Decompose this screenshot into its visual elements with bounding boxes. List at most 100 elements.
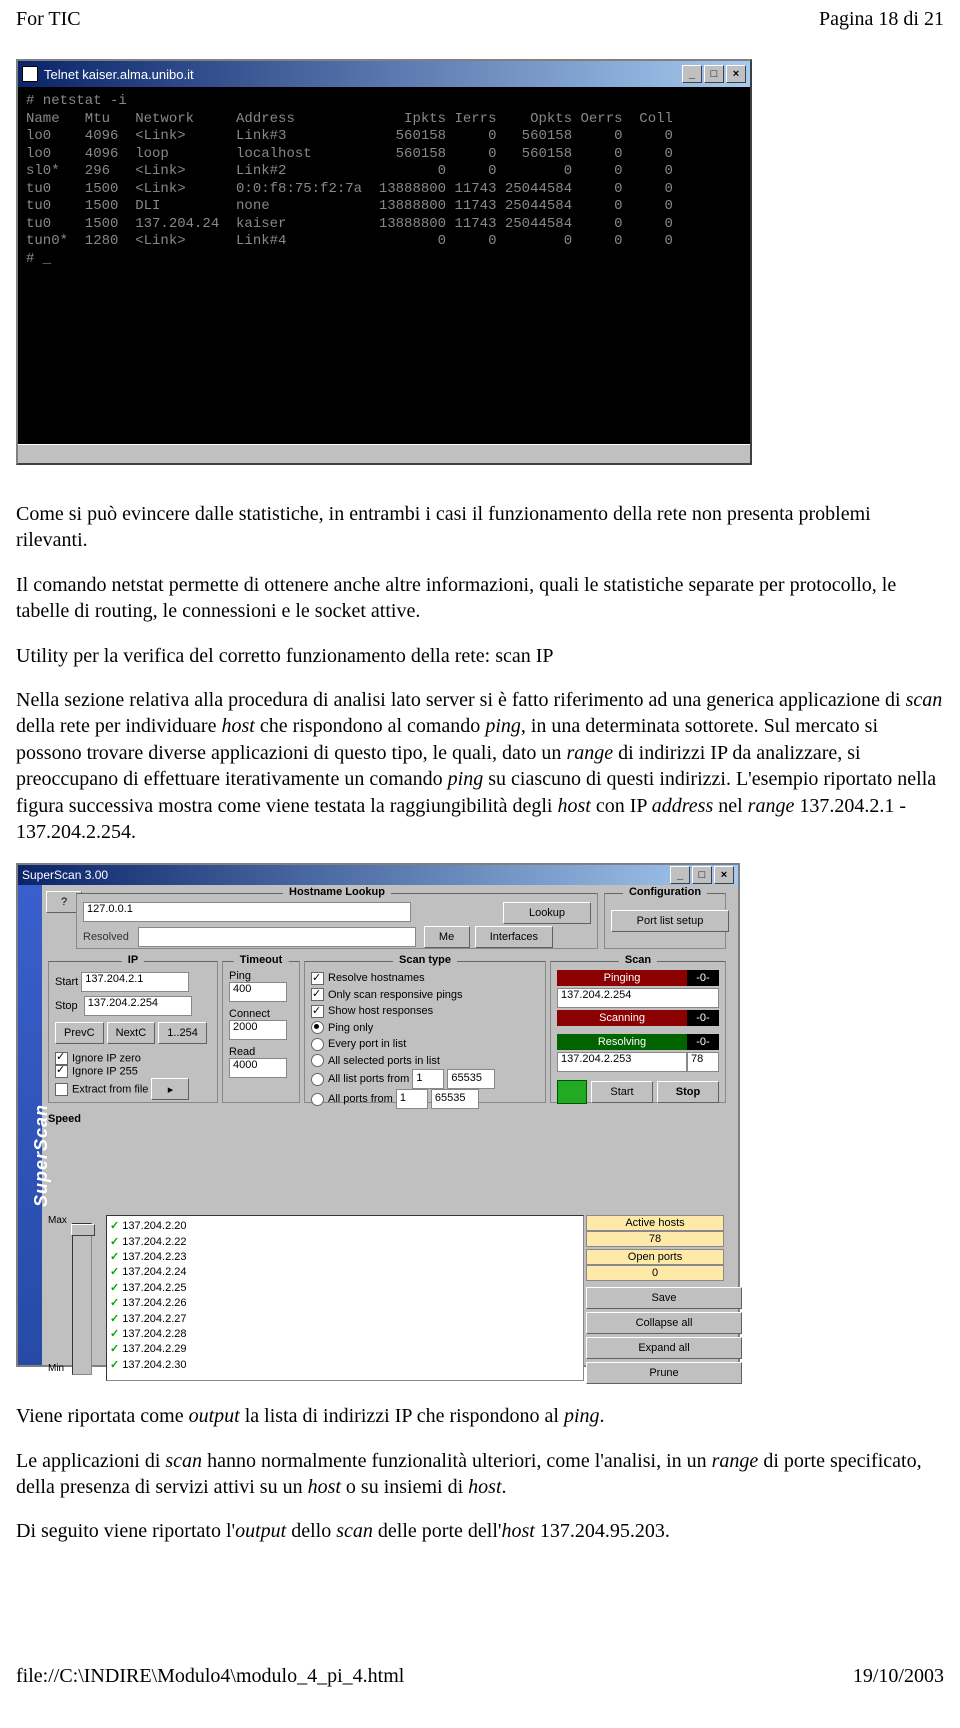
connect-timeout-label: Connect — [229, 1008, 293, 1020]
active-hosts-value: 78 — [586, 1231, 724, 1247]
pinging-ip: 137.204.2.254 — [557, 988, 719, 1008]
ignore-zero-label: Ignore IP zero — [72, 1053, 141, 1065]
list-item[interactable]: 137.204.2.20 — [110, 1219, 580, 1234]
connect-timeout-input[interactable]: 2000 — [229, 1020, 287, 1040]
browse-button[interactable]: ▸ — [151, 1078, 189, 1100]
footer-date: 19/10/2003 — [853, 1665, 944, 1688]
nextc-button[interactable]: NextC — [107, 1022, 156, 1044]
list-item[interactable]: 137.204.2.27 — [110, 1312, 580, 1327]
expand-all-button[interactable]: Expand all — [586, 1337, 742, 1359]
ip-group-label: IP — [122, 954, 144, 966]
extract-file-label: Extract from file — [72, 1084, 148, 1096]
superscan-title: SuperScan 3.00 — [22, 868, 108, 882]
prevc-button[interactable]: PrevC — [55, 1022, 104, 1044]
read-timeout-input[interactable]: 4000 — [229, 1058, 287, 1078]
superscan-rail: SuperScan — [18, 885, 42, 1365]
list-item[interactable]: 137.204.2.22 — [110, 1235, 580, 1250]
hostname-lookup-label: Hostname Lookup — [283, 886, 391, 898]
scantype-label: Scan type — [393, 954, 457, 966]
resolve-hostnames-checkbox[interactable] — [311, 972, 324, 985]
ping-timeout-input[interactable]: 400 — [229, 982, 287, 1002]
timeout-group: Timeout Ping 400 Connect 2000 Read 4000 — [222, 961, 300, 1103]
me-button[interactable]: Me — [424, 926, 470, 948]
max-label: Max — [48, 1215, 67, 1226]
all-ports-from-radio[interactable] — [311, 1093, 324, 1106]
hostname-lookup-group: Hostname Lookup 127.0.0.1 Lookup Resolve… — [76, 893, 598, 949]
configuration-group: Configuration Port list setup — [604, 893, 726, 949]
active-hosts-label: Active hosts — [586, 1215, 724, 1231]
list-item[interactable]: 137.204.2.30 — [110, 1358, 580, 1373]
telnet-window: Telnet kaiser.alma.unibo.it _ □ × # nets… — [16, 59, 752, 465]
telnet-statusbar — [18, 444, 750, 463]
telnet-title: Telnet kaiser.alma.unibo.it — [44, 67, 194, 82]
all-selected-radio[interactable] — [311, 1054, 324, 1067]
collapse-all-button[interactable]: Collapse all — [586, 1312, 742, 1334]
list-item[interactable]: 137.204.2.29 — [110, 1342, 580, 1357]
maximize-button[interactable]: □ — [704, 65, 724, 83]
one254-button[interactable]: 1..254 — [158, 1022, 207, 1044]
paragraph-4: Nella sezione relativa alla procedura di… — [16, 687, 944, 845]
ip-group: IP Start 137.204.2.1 Stop 137.204.2.254 … — [48, 961, 218, 1103]
superscan-titlebar: SuperScan 3.00 _ □ × — [18, 865, 738, 885]
stop-scan-button[interactable]: Stop — [657, 1081, 719, 1103]
interfaces-button[interactable]: Interfaces — [475, 926, 553, 948]
configuration-label: Configuration — [623, 886, 707, 898]
resolving-ip: 137.204.2.253 — [557, 1052, 687, 1072]
list-item[interactable]: 137.204.2.28 — [110, 1327, 580, 1342]
save-button[interactable]: Save — [586, 1287, 742, 1309]
start-scan-button[interactable]: Start — [591, 1081, 653, 1103]
speed-label: Speed — [48, 1113, 81, 1125]
paragraph-1: Come si può evincere dalle statistiche, … — [16, 501, 944, 554]
scan-group: Scan Pinging-0- 137.204.2.254 Scanning-0… — [550, 961, 726, 1103]
resolving-status: Resolving — [557, 1034, 687, 1050]
pinging-status: Pinging — [557, 970, 687, 986]
extract-file-checkbox[interactable] — [55, 1083, 68, 1096]
resolved-output — [138, 927, 416, 947]
ping-only-radio[interactable] — [311, 1021, 324, 1034]
close-button[interactable]: × — [726, 65, 746, 83]
minimize-button[interactable]: _ — [682, 65, 702, 83]
scanning-status: Scanning — [557, 1010, 687, 1026]
ping-timeout-label: Ping — [229, 970, 293, 982]
start-ip-label: Start — [55, 976, 78, 988]
scantype-group: Scan type Resolve hostnames Only scan re… — [304, 961, 546, 1103]
hostname-input[interactable]: 127.0.0.1 — [83, 902, 411, 922]
prune-button[interactable]: Prune — [586, 1362, 742, 1384]
header-left: For TIC — [16, 8, 81, 31]
telnet-icon — [22, 66, 38, 82]
open-ports-value: 0 — [586, 1265, 724, 1281]
stop-ip-input[interactable]: 137.204.2.254 — [84, 996, 192, 1016]
list-item[interactable]: 137.204.2.24 — [110, 1265, 580, 1280]
start-ip-input[interactable]: 137.204.2.1 — [81, 972, 189, 992]
telnet-titlebar: Telnet kaiser.alma.unibo.it _ □ × — [18, 61, 750, 87]
section-heading: Utility per la verifica del corretto fun… — [16, 643, 944, 669]
ss-close-button[interactable]: × — [714, 866, 734, 884]
read-timeout-label: Read — [229, 1046, 293, 1058]
page-header: For TIC Pagina 18 di 21 — [16, 8, 944, 31]
every-port-radio[interactable] — [311, 1038, 324, 1051]
portlist-setup-button[interactable]: Port list setup — [611, 910, 729, 932]
responsive-pings-checkbox[interactable] — [311, 988, 324, 1001]
results-list[interactable]: 137.204.2.20 137.204.2.22 137.204.2.23 1… — [106, 1215, 584, 1381]
ss-maximize-button[interactable]: □ — [692, 866, 712, 884]
ignore-255-label: Ignore IP 255 — [72, 1066, 138, 1078]
all-list-from-radio[interactable] — [311, 1073, 324, 1086]
lookup-button[interactable]: Lookup — [503, 902, 591, 924]
paragraph-2: Il comando netstat permette di ottenere … — [16, 572, 944, 625]
list-item[interactable]: 137.204.2.23 — [110, 1250, 580, 1265]
computer-icon — [557, 1080, 587, 1104]
terminal-output: # netstat -i Name Mtu Network Address Ip… — [18, 87, 750, 444]
resolved-label: Resolved — [83, 931, 129, 943]
paragraph-7: Di seguito viene riportato l'output dell… — [16, 1518, 944, 1544]
scan-label: Scan — [619, 954, 657, 966]
paragraph-6: Le applicazioni di scan hanno normalment… — [16, 1448, 944, 1501]
list-item[interactable]: 137.204.2.25 — [110, 1281, 580, 1296]
ignore-255-checkbox[interactable] — [55, 1065, 68, 1078]
stop-ip-label: Stop — [55, 1000, 78, 1012]
ss-minimize-button[interactable]: _ — [670, 866, 690, 884]
show-host-checkbox[interactable] — [311, 1005, 324, 1018]
list-item[interactable]: 137.204.2.26 — [110, 1296, 580, 1311]
speed-slider[interactable] — [72, 1223, 92, 1375]
footer-path: file://C:\INDIRE\Modulo4\modulo_4_pi_4.h… — [16, 1665, 404, 1688]
stats-column: Active hosts 78 Open ports 0 Save Collap… — [586, 1215, 724, 1384]
